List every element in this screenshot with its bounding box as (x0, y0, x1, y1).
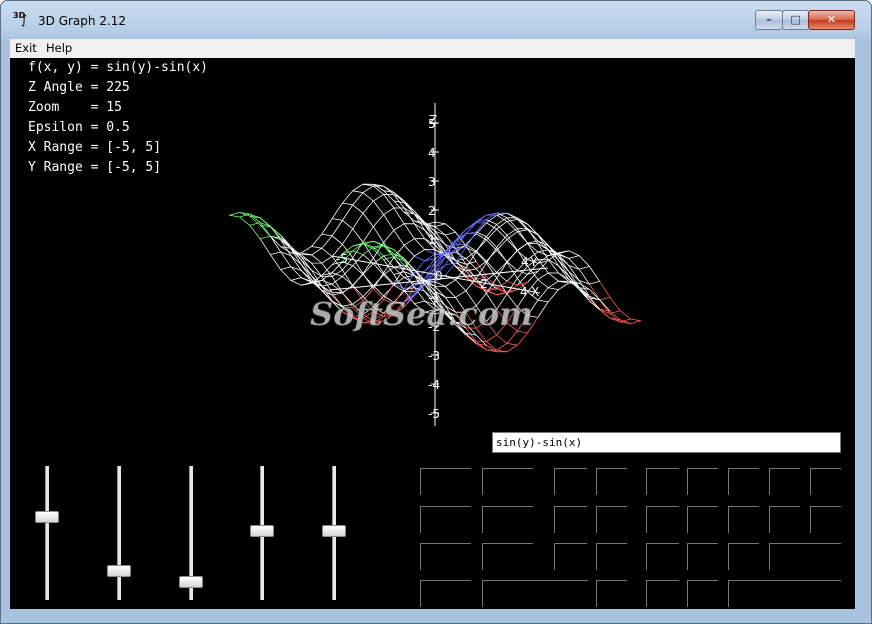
mesh-line (496, 214, 559, 257)
keypad-button[interactable] (728, 543, 759, 570)
z-tick-label: 3 (428, 175, 436, 189)
z-tick-label: 4 (428, 146, 436, 160)
mesh-line (239, 213, 281, 239)
close-button[interactable]: ✕ (808, 10, 855, 30)
keypad-button[interactable] (646, 543, 679, 570)
x-tick-2: 2 (480, 277, 488, 291)
mesh-line (270, 183, 436, 254)
mesh-line (362, 183, 425, 250)
keypad-button[interactable] (420, 580, 471, 607)
z-angle-slider[interactable] (35, 466, 59, 600)
keypad-button[interactable] (554, 506, 587, 533)
keypad-button[interactable] (420, 506, 471, 533)
minimize-icon: – (766, 13, 772, 26)
keypad-button[interactable] (482, 580, 588, 607)
slider-thumb[interactable] (107, 565, 131, 577)
window-title: 3D Graph 2.12 (38, 14, 127, 28)
y-range-slider[interactable] (322, 466, 346, 600)
z-tick-label: -5 (428, 407, 440, 421)
slider-thumb[interactable] (250, 525, 274, 537)
menu-exit[interactable]: Exit (15, 41, 37, 55)
app-window: 3D ∫ 3D Graph 2.12 – □ ✕ Exit Help f(x, y… (0, 0, 872, 624)
keypad-button[interactable] (810, 468, 841, 495)
keypad-button[interactable] (554, 543, 587, 570)
y-tick-neg5: -5 (336, 252, 348, 266)
keypad-button[interactable] (728, 580, 841, 607)
x-range-slider[interactable] (250, 466, 274, 600)
minimize-button[interactable]: – (755, 10, 783, 30)
mesh-line (259, 238, 333, 286)
keypad-button[interactable] (596, 506, 627, 533)
slider-thumb[interactable] (322, 525, 346, 537)
maximize-icon: □ (790, 13, 801, 26)
keypad-button[interactable] (769, 543, 841, 570)
keypad-button[interactable] (554, 468, 587, 495)
z-tick-label: 5 (428, 117, 436, 131)
keypad-button[interactable] (687, 580, 718, 607)
z-tick-label: 2 (428, 204, 436, 218)
keypad-button[interactable] (596, 468, 627, 495)
mesh-line (270, 226, 364, 287)
keypad-button[interactable] (769, 468, 800, 495)
keypad-button[interactable] (646, 580, 679, 607)
keypad-button[interactable] (687, 468, 718, 495)
keypad-button[interactable] (728, 468, 759, 495)
z-tick-label: -3 (428, 349, 440, 363)
keypad-button[interactable] (482, 543, 533, 570)
title-bar[interactable]: 3D ∫ 3D Graph 2.12 – □ ✕ (1, 1, 871, 39)
keypad-button[interactable] (810, 506, 841, 533)
mesh-line (599, 296, 611, 301)
keypad-button[interactable] (482, 506, 533, 533)
keypad-button[interactable] (687, 506, 718, 533)
keypad-button[interactable] (769, 506, 800, 533)
keypad-button[interactable] (596, 580, 627, 607)
origin-label: 0 (435, 269, 443, 283)
keypad-button[interactable] (482, 468, 533, 495)
slider-thumb[interactable] (179, 576, 203, 588)
z-tick-label: 1 (428, 233, 436, 247)
zoom-slider[interactable] (107, 466, 131, 600)
y-tick-4: 4 (521, 255, 529, 269)
keypad-button[interactable] (687, 543, 718, 570)
keypad-button[interactable] (646, 468, 679, 495)
keypad-button[interactable] (646, 506, 679, 533)
app-icon: 3D ∫ (13, 11, 28, 27)
close-icon: ✕ (826, 13, 837, 26)
maximize-button[interactable]: □ (782, 10, 809, 30)
graph-canvas[interactable]: f(x, y) = sin(y)-sin(x) Z Angle = 225 Zo… (10, 58, 855, 609)
watermark: SoftSea.com (310, 295, 533, 333)
y-axis-letter: Y (529, 255, 538, 269)
menu-help[interactable]: Help (46, 41, 72, 55)
z-tick-label: -4 (428, 378, 440, 392)
keypad-button[interactable] (728, 506, 759, 533)
mesh-line (270, 223, 477, 293)
function-input[interactable]: sin(y)-sin(x) (492, 432, 841, 453)
slider-thumb[interactable] (35, 511, 59, 523)
keypad-button[interactable] (420, 468, 471, 495)
keypad-button[interactable] (596, 543, 627, 570)
menu-bar: Exit Help (10, 39, 855, 59)
epsilon-slider[interactable] (179, 466, 203, 600)
keypad-button[interactable] (420, 543, 471, 570)
